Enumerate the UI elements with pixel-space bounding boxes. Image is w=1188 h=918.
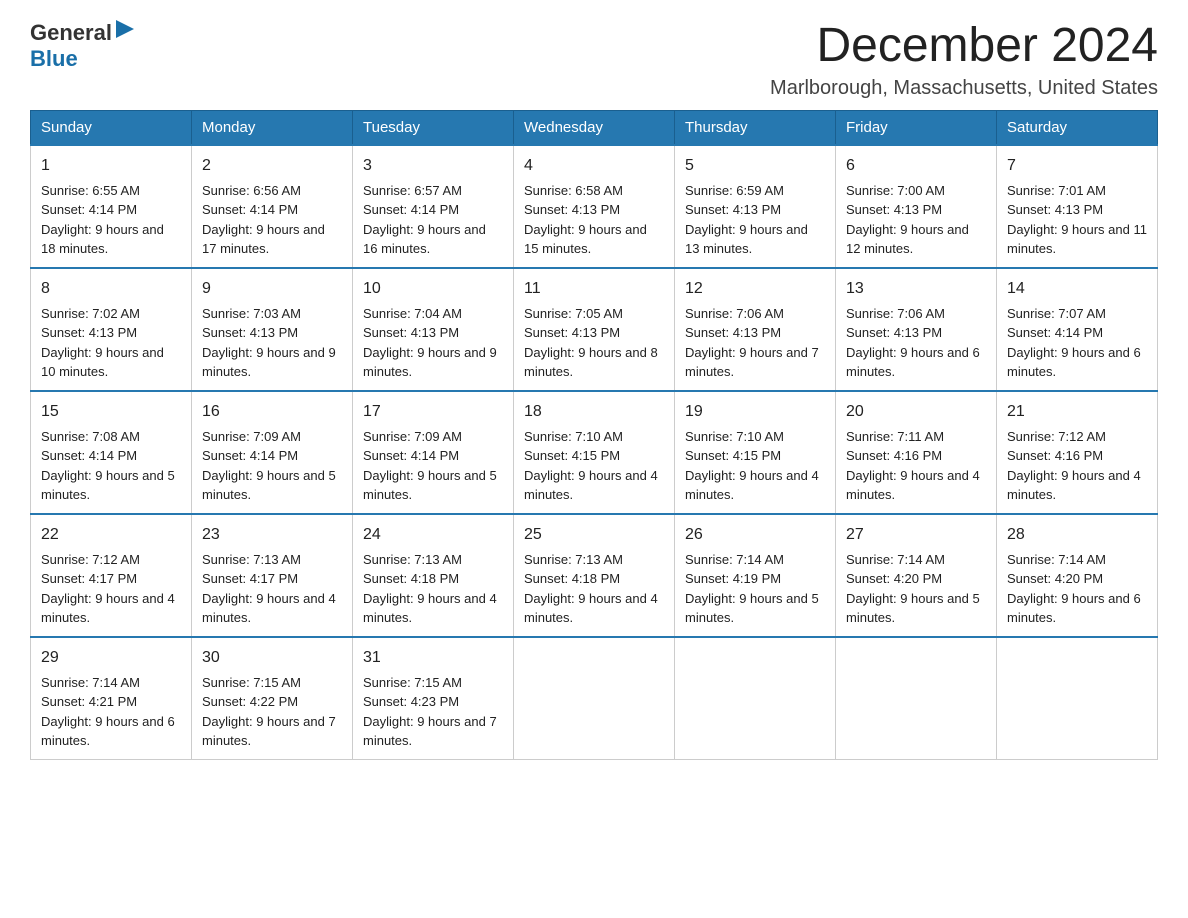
weekday-header-friday: Friday — [836, 110, 997, 145]
calendar-day-cell: 13Sunrise: 7:06 AMSunset: 4:13 PMDayligh… — [836, 268, 997, 391]
day-number: 21 — [1007, 400, 1147, 424]
day-number: 11 — [524, 277, 664, 301]
logo: General Blue — [30, 20, 134, 72]
calendar-day-cell — [514, 637, 675, 760]
day-number: 31 — [363, 646, 503, 670]
day-number: 16 — [202, 400, 342, 424]
calendar-day-cell: 12Sunrise: 7:06 AMSunset: 4:13 PMDayligh… — [675, 268, 836, 391]
weekday-header-saturday: Saturday — [997, 110, 1158, 145]
day-number: 20 — [846, 400, 986, 424]
weekday-header-thursday: Thursday — [675, 110, 836, 145]
calendar-day-cell — [675, 637, 836, 760]
calendar-day-cell: 21Sunrise: 7:12 AMSunset: 4:16 PMDayligh… — [997, 391, 1158, 514]
day-number: 24 — [363, 523, 503, 547]
calendar-day-cell: 10Sunrise: 7:04 AMSunset: 4:13 PMDayligh… — [353, 268, 514, 391]
day-number: 19 — [685, 400, 825, 424]
day-number: 14 — [1007, 277, 1147, 301]
day-number: 22 — [41, 523, 181, 547]
calendar-day-cell: 6Sunrise: 7:00 AMSunset: 4:13 PMDaylight… — [836, 145, 997, 268]
day-number: 30 — [202, 646, 342, 670]
logo-blue-text: Blue — [30, 46, 78, 71]
day-number: 23 — [202, 523, 342, 547]
calendar-day-cell: 18Sunrise: 7:10 AMSunset: 4:15 PMDayligh… — [514, 391, 675, 514]
calendar-day-cell: 24Sunrise: 7:13 AMSunset: 4:18 PMDayligh… — [353, 514, 514, 637]
weekday-header-sunday: Sunday — [31, 110, 192, 145]
weekday-header-monday: Monday — [192, 110, 353, 145]
day-number: 27 — [846, 523, 986, 547]
day-number: 28 — [1007, 523, 1147, 547]
day-number: 26 — [685, 523, 825, 547]
calendar-day-cell: 28Sunrise: 7:14 AMSunset: 4:20 PMDayligh… — [997, 514, 1158, 637]
day-number: 18 — [524, 400, 664, 424]
day-number: 29 — [41, 646, 181, 670]
calendar-day-cell: 17Sunrise: 7:09 AMSunset: 4:14 PMDayligh… — [353, 391, 514, 514]
calendar-day-cell — [997, 637, 1158, 760]
weekday-header-wednesday: Wednesday — [514, 110, 675, 145]
calendar-week-row: 1Sunrise: 6:55 AMSunset: 4:14 PMDaylight… — [31, 145, 1158, 268]
day-number: 2 — [202, 154, 342, 178]
location-subtitle: Marlborough, Massachusetts, United State… — [770, 77, 1158, 100]
day-number: 25 — [524, 523, 664, 547]
logo-arrow-icon — [116, 20, 134, 38]
calendar-day-cell: 20Sunrise: 7:11 AMSunset: 4:16 PMDayligh… — [836, 391, 997, 514]
calendar-day-cell: 7Sunrise: 7:01 AMSunset: 4:13 PMDaylight… — [997, 145, 1158, 268]
day-number: 10 — [363, 277, 503, 301]
calendar-day-cell: 26Sunrise: 7:14 AMSunset: 4:19 PMDayligh… — [675, 514, 836, 637]
title-section: December 2024 Marlborough, Massachusetts… — [770, 20, 1158, 100]
calendar-header-row: SundayMondayTuesdayWednesdayThursdayFrid… — [31, 110, 1158, 145]
day-number: 4 — [524, 154, 664, 178]
day-number: 1 — [41, 154, 181, 178]
calendar-day-cell: 2Sunrise: 6:56 AMSunset: 4:14 PMDaylight… — [192, 145, 353, 268]
calendar-day-cell: 14Sunrise: 7:07 AMSunset: 4:14 PMDayligh… — [997, 268, 1158, 391]
day-number: 5 — [685, 154, 825, 178]
calendar-day-cell: 15Sunrise: 7:08 AMSunset: 4:14 PMDayligh… — [31, 391, 192, 514]
calendar-day-cell: 19Sunrise: 7:10 AMSunset: 4:15 PMDayligh… — [675, 391, 836, 514]
day-number: 13 — [846, 277, 986, 301]
calendar-day-cell: 29Sunrise: 7:14 AMSunset: 4:21 PMDayligh… — [31, 637, 192, 760]
day-number: 8 — [41, 277, 181, 301]
calendar-day-cell: 25Sunrise: 7:13 AMSunset: 4:18 PMDayligh… — [514, 514, 675, 637]
day-number: 17 — [363, 400, 503, 424]
calendar-table: SundayMondayTuesdayWednesdayThursdayFrid… — [30, 110, 1158, 760]
day-number: 15 — [41, 400, 181, 424]
day-number: 6 — [846, 154, 986, 178]
calendar-day-cell: 3Sunrise: 6:57 AMSunset: 4:14 PMDaylight… — [353, 145, 514, 268]
day-number: 3 — [363, 154, 503, 178]
day-number: 9 — [202, 277, 342, 301]
logo-general-text: General — [30, 20, 112, 46]
calendar-day-cell: 4Sunrise: 6:58 AMSunset: 4:13 PMDaylight… — [514, 145, 675, 268]
calendar-day-cell: 23Sunrise: 7:13 AMSunset: 4:17 PMDayligh… — [192, 514, 353, 637]
calendar-day-cell: 27Sunrise: 7:14 AMSunset: 4:20 PMDayligh… — [836, 514, 997, 637]
day-number: 12 — [685, 277, 825, 301]
calendar-week-row: 8Sunrise: 7:02 AMSunset: 4:13 PMDaylight… — [31, 268, 1158, 391]
calendar-day-cell: 30Sunrise: 7:15 AMSunset: 4:22 PMDayligh… — [192, 637, 353, 760]
calendar-day-cell: 16Sunrise: 7:09 AMSunset: 4:14 PMDayligh… — [192, 391, 353, 514]
calendar-week-row: 22Sunrise: 7:12 AMSunset: 4:17 PMDayligh… — [31, 514, 1158, 637]
calendar-week-row: 15Sunrise: 7:08 AMSunset: 4:14 PMDayligh… — [31, 391, 1158, 514]
calendar-day-cell: 5Sunrise: 6:59 AMSunset: 4:13 PMDaylight… — [675, 145, 836, 268]
calendar-day-cell: 31Sunrise: 7:15 AMSunset: 4:23 PMDayligh… — [353, 637, 514, 760]
weekday-header-tuesday: Tuesday — [353, 110, 514, 145]
calendar-day-cell: 11Sunrise: 7:05 AMSunset: 4:13 PMDayligh… — [514, 268, 675, 391]
calendar-week-row: 29Sunrise: 7:14 AMSunset: 4:21 PMDayligh… — [31, 637, 1158, 760]
calendar-day-cell: 22Sunrise: 7:12 AMSunset: 4:17 PMDayligh… — [31, 514, 192, 637]
day-number: 7 — [1007, 154, 1147, 178]
page-header: General Blue December 2024 Marlborough, … — [30, 20, 1158, 100]
calendar-day-cell: 9Sunrise: 7:03 AMSunset: 4:13 PMDaylight… — [192, 268, 353, 391]
calendar-day-cell — [836, 637, 997, 760]
calendar-day-cell: 8Sunrise: 7:02 AMSunset: 4:13 PMDaylight… — [31, 268, 192, 391]
calendar-day-cell: 1Sunrise: 6:55 AMSunset: 4:14 PMDaylight… — [31, 145, 192, 268]
month-title: December 2024 — [770, 20, 1158, 73]
